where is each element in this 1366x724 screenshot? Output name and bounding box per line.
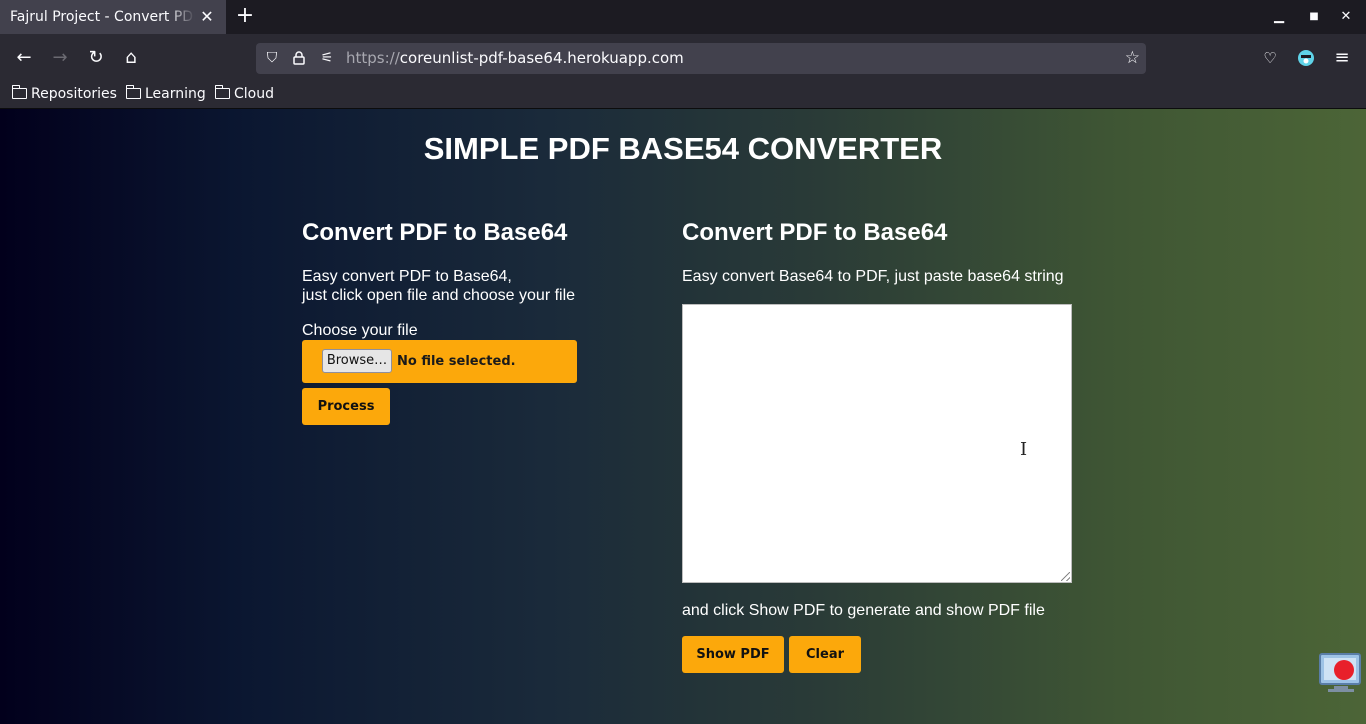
permissions-icon[interactable]: ⚟ [317,43,337,74]
file-input[interactable]: Browse… No file selected. [302,340,577,383]
back-icon[interactable]: ← [12,46,36,70]
tab-bar: Fajrul Project - Convert PDF to Base64 ✕… [0,0,1366,34]
bookmark-label: Repositories [31,86,117,102]
bookmark-folder-repositories[interactable]: Repositories [11,82,117,107]
page-title: SIMPLE PDF BASE54 CONVERTER [423,131,943,166]
url-text[interactable]: https://coreunlist-pdf-base64.herokuapp.… [346,43,684,74]
bookmark-folder-learning[interactable]: Learning [125,82,206,107]
lock-icon[interactable] [289,43,309,74]
account-icon[interactable] [1294,46,1318,70]
left-heading: Convert PDF to Base64 [302,219,568,246]
folder-icon [125,85,141,99]
tab-active[interactable]: Fajrul Project - Convert PDF to Base64 ✕ [0,0,226,34]
tab-title: Fajrul Project - Convert PDF to Base64 [10,9,195,25]
text-cursor-icon: I [1020,439,1028,460]
file-status: No file selected. [397,354,516,369]
bookmark-label: Cloud [234,86,274,102]
url-host: coreunlist-pdf-base64.herokuapp.com [399,49,684,67]
browse-button[interactable]: Browse… [322,349,392,373]
url-protocol: https:// [346,49,400,67]
process-button[interactable]: Process [302,388,390,425]
file-label: Choose your file [302,322,418,339]
base64-to-pdf-section: Convert PDF to Base64 [682,219,947,247]
minimize-icon[interactable]: ▁ [1269,0,1289,34]
pocket-icon[interactable]: ♡ [1258,46,1282,70]
url-bar[interactable]: ⛉ ⚟ https://coreunlist-pdf-base64.heroku… [256,43,1146,74]
left-desc-line1: Easy convert PDF to Base64, [302,268,512,285]
right-heading: Convert PDF to Base64 [682,219,948,246]
bookmark-folder-cloud[interactable]: Cloud [214,82,274,107]
right-description: Easy convert Base64 to PDF, just paste b… [682,268,1064,285]
screen-recorder-icon[interactable] [1318,652,1364,694]
bookmark-star-icon[interactable]: ☆ [1125,43,1140,74]
page-content: SIMPLE PDF BASE54 CONVERTER Convert PDF … [0,109,1366,724]
right-instruction: and click Show PDF to generate and show … [682,602,1045,619]
menu-icon[interactable]: ≡ [1330,46,1354,70]
show-pdf-button[interactable]: Show PDF [682,636,784,673]
pdf-to-base64-section: Convert PDF to Base64 [302,219,567,247]
shield-icon[interactable]: ⛉ [262,43,282,74]
clear-button[interactable]: Clear [789,636,861,673]
new-tab-icon[interactable]: + [234,0,256,34]
forward-icon[interactable]: → [48,46,72,70]
close-tab-icon[interactable]: ✕ [198,0,216,34]
bookmark-label: Learning [145,86,206,102]
bookmarks-bar: Repositories Learning Cloud [0,82,1366,109]
resize-handle-icon[interactable] [1061,572,1070,581]
home-icon[interactable]: ⌂ [119,46,143,70]
maximize-icon[interactable]: ■ [1304,0,1324,34]
folder-icon [11,85,27,99]
left-description: Easy convert PDF to Base64, just click o… [302,267,575,305]
reload-icon[interactable]: ↻ [84,46,108,70]
folder-icon [214,85,230,99]
base64-textarea[interactable] [682,304,1072,583]
left-desc-line2: just click open file and choose your fil… [302,287,576,304]
close-window-icon[interactable]: ✕ [1336,0,1356,34]
